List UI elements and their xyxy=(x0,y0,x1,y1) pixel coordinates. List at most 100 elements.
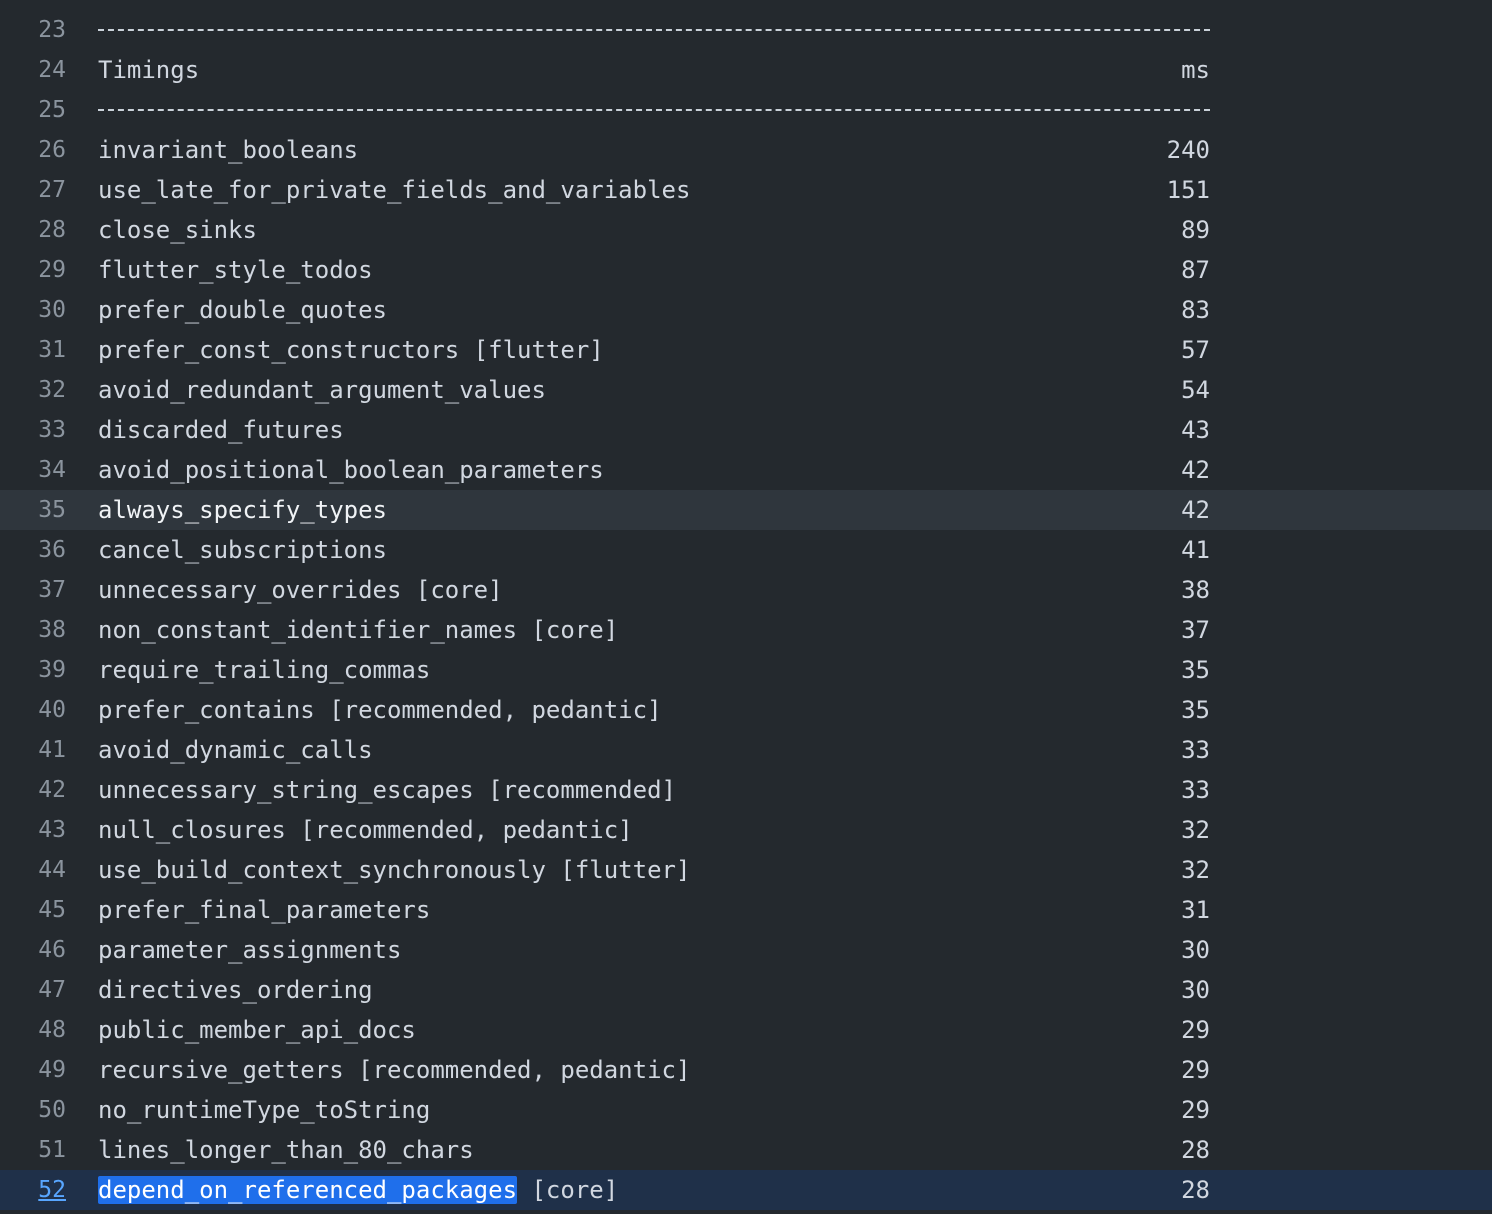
log-line[interactable]: 50 no_runtimeType_toString 29 xyxy=(0,1090,1492,1130)
lint-rule-name: prefer_double_quotes xyxy=(98,296,387,324)
line-number-link[interactable]: 26 xyxy=(0,130,66,170)
lint-rule-name: unnecessary_overrides [core] xyxy=(98,576,503,604)
log-line[interactable]: 45 prefer_final_parameters 31 xyxy=(0,890,1492,930)
timing-value: 30 xyxy=(1181,936,1210,964)
line-number-link[interactable]: 47 xyxy=(0,970,66,1010)
timing-value: 28 xyxy=(1181,1136,1210,1164)
unit-label: ms xyxy=(1181,56,1210,84)
timing-value: 33 xyxy=(1181,776,1210,804)
line-number-link[interactable]: 24 xyxy=(0,50,66,90)
timing-value: 42 xyxy=(1181,496,1210,524)
timing-value: 33 xyxy=(1181,736,1210,764)
lint-rule-name: null_closures [recommended, pedantic] xyxy=(98,816,633,844)
timing-value: 35 xyxy=(1181,656,1210,684)
timing-value: 42 xyxy=(1181,456,1210,484)
line-number-link[interactable]: 49 xyxy=(0,1050,66,1090)
timing-value: 35 xyxy=(1181,696,1210,724)
log-line[interactable]: 40 prefer_contains [recommended, pedantic… xyxy=(0,690,1492,730)
log-line[interactable]: 42 unnecessary_string_escapes [recommende… xyxy=(0,770,1492,810)
line-number-link[interactable]: 23 xyxy=(0,10,66,50)
timing-value: 43 xyxy=(1181,416,1210,444)
line-number-link[interactable]: 52 xyxy=(0,1170,66,1210)
search-match-highlight: depend_on_referenced_packages xyxy=(98,1176,518,1204)
log-line[interactable]: 26 invariant_booleans 240 xyxy=(0,130,1492,170)
line-number-link[interactable]: 30 xyxy=(0,290,66,330)
line-number-link[interactable]: 35 xyxy=(0,490,66,530)
line-number-link[interactable]: 31 xyxy=(0,330,66,370)
log-line[interactable]: 48 public_member_api_docs 29 xyxy=(0,1010,1492,1050)
line-number-link[interactable]: 44 xyxy=(0,850,66,890)
log-line[interactable]: 30 prefer_double_quotes 83 xyxy=(0,290,1492,330)
timing-value: 41 xyxy=(1181,536,1210,564)
log-line[interactable]: 23 xyxy=(0,10,1492,50)
line-number-link[interactable]: 27 xyxy=(0,170,66,210)
lint-rule-name: require_trailing_commas xyxy=(98,656,431,684)
line-number-link[interactable]: 45 xyxy=(0,890,66,930)
timing-value: 32 xyxy=(1181,856,1210,884)
log-line[interactable]: 47 directives_ordering 30 xyxy=(0,970,1492,1010)
lint-rule-name: directives_ordering xyxy=(98,976,373,1004)
log-line[interactable]: 24 Timings ms xyxy=(0,50,1492,90)
line-number-link[interactable]: 32 xyxy=(0,370,66,410)
line-number-link[interactable]: 36 xyxy=(0,530,66,570)
log-line[interactable]: 43 null_closures [recommended, pedantic] 3… xyxy=(0,810,1492,850)
line-number-link[interactable]: 41 xyxy=(0,730,66,770)
line-number-link[interactable]: 40 xyxy=(0,690,66,730)
lint-rule-name: use_build_context_synchronously [flutter… xyxy=(98,856,691,884)
log-line[interactable]: 39 require_trailing_commas 35 xyxy=(0,650,1492,690)
timing-value: 31 xyxy=(1181,896,1210,924)
line-number-link[interactable]: 42 xyxy=(0,770,66,810)
log-line[interactable]: 32 avoid_redundant_argument_values 54 xyxy=(0,370,1492,410)
log-line[interactable]: 25 xyxy=(0,90,1492,130)
line-number-link[interactable]: 48 xyxy=(0,1010,66,1050)
lint-rule-name: avoid_redundant_argument_values xyxy=(98,376,546,404)
line-number-link[interactable]: 38 xyxy=(0,610,66,650)
log-line[interactable]: 44 use_build_context_synchronously [flutt… xyxy=(0,850,1492,890)
line-number-link[interactable]: 46 xyxy=(0,930,66,970)
line-number-link[interactable]: 33 xyxy=(0,410,66,450)
log-line[interactable]: 49 recursive_getters [recommended, pedant… xyxy=(0,1050,1492,1090)
timing-value: 89 xyxy=(1181,216,1210,244)
log-line[interactable]: 33 discarded_futures 43 xyxy=(0,410,1492,450)
timing-value: 29 xyxy=(1181,1096,1210,1124)
lint-rule-name: prefer_final_parameters xyxy=(98,896,431,924)
log-line[interactable]: 38 non_constant_identifier_names [core] 37 xyxy=(0,610,1492,650)
timing-value: 38 xyxy=(1181,576,1210,604)
timing-value: 57 xyxy=(1181,336,1210,364)
lint-rule-name: close_sinks xyxy=(98,216,257,244)
lint-rule-name: parameter_assignments xyxy=(98,936,402,964)
line-number-link[interactable]: 50 xyxy=(0,1090,66,1130)
log-line[interactable]: 52 depend_on_referenced_packages [core] 28 xyxy=(0,1170,1492,1210)
line-number-link[interactable]: 51 xyxy=(0,1130,66,1170)
log-line[interactable]: 36 cancel_subscriptions 41 xyxy=(0,530,1492,570)
timing-value: 54 xyxy=(1181,376,1210,404)
line-number-link[interactable]: 25 xyxy=(0,90,66,130)
lint-rule-name: use_late_for_private_fields_and_variable… xyxy=(98,176,691,204)
log-line[interactable]: 34 avoid_positional_boolean_parameters 42 xyxy=(0,450,1492,490)
line-number-link[interactable]: 34 xyxy=(0,450,66,490)
line-number-link[interactable]: 43 xyxy=(0,810,66,850)
line-number-link[interactable]: 37 xyxy=(0,570,66,610)
log-line[interactable]: 29 flutter_style_todos 87 xyxy=(0,250,1492,290)
lint-rule-name: lines_longer_than_80_chars xyxy=(98,1136,474,1164)
log-line[interactable]: 37 unnecessary_overrides [core] 38 xyxy=(0,570,1492,610)
lint-rule-name: discarded_futures xyxy=(98,416,344,444)
lint-rule-tag: [core] xyxy=(517,1176,619,1204)
lint-rule-name: public_member_api_docs xyxy=(98,1016,416,1044)
log-line[interactable]: 41 avoid_dynamic_calls 33 xyxy=(0,730,1492,770)
timing-value: 83 xyxy=(1181,296,1210,324)
line-number-link[interactable]: 29 xyxy=(0,250,66,290)
line-number-link[interactable]: 28 xyxy=(0,210,66,250)
lint-rule-name: depend_on_referenced_packages [core] xyxy=(98,1170,918,1210)
log-line[interactable]: 28 close_sinks 89 xyxy=(0,210,1492,250)
dashed-separator xyxy=(98,29,1210,31)
log-line[interactable]: 46 parameter_assignments 30 xyxy=(0,930,1492,970)
log-line[interactable]: 31 prefer_const_constructors [flutter] 57 xyxy=(0,330,1492,370)
log-line[interactable]: 51 lines_longer_than_80_chars 28 xyxy=(0,1130,1492,1170)
timing-value: 37 xyxy=(1181,616,1210,644)
lint-rule-name: prefer_const_constructors [flutter] xyxy=(98,336,604,364)
log-line[interactable]: 27 use_late_for_private_fields_and_variab… xyxy=(0,170,1492,210)
log-line[interactable]: 35 always_specify_types 42 xyxy=(0,490,1492,530)
line-number-link[interactable]: 39 xyxy=(0,650,66,690)
timing-value: 151 xyxy=(1166,176,1210,204)
